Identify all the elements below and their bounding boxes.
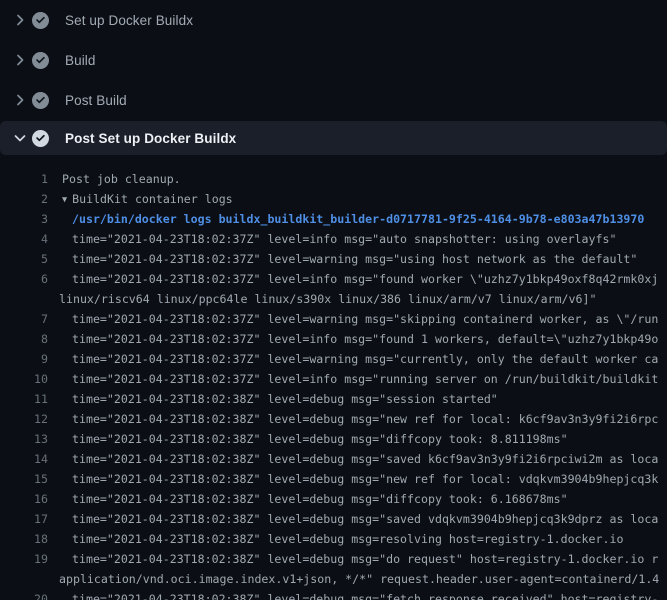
log-line-text: time="2021-04-23T18:02:38Z" level=debug … [72,449,658,469]
log-line-number[interactable]: 6 [0,269,48,289]
log-line-number[interactable]: 3 [0,209,48,229]
log-line: 18 time="2021-04-23T18:02:38Z" level=debu… [0,529,667,549]
log-line-number[interactable]: 9 [0,349,48,369]
log-line-text: linux/riscv64 linux/ppc64le linux/s390x … [59,289,596,309]
step-label: Set up Docker Buildx [65,13,193,28]
log-line: 2 ▼ BuildKit container logs [0,189,667,209]
log-line: 1 Post job cleanup. [0,169,667,189]
log-line: 6 time="2021-04-23T18:02:37Z" level=info … [0,269,667,289]
log-line-text: time="2021-04-23T18:02:38Z" level=debug … [72,509,658,529]
log-line-number [0,289,48,309]
log-area[interactable]: 1 Post job cleanup. 2 ▼ BuildKit container l… [0,155,667,600]
log-line: application/vnd.oci.image.index.v1+json,… [0,569,667,589]
log-line: 15 time="2021-04-23T18:02:38Z" level=debu… [0,469,667,489]
log-line-number[interactable]: 2 [0,189,48,209]
log-line-number[interactable]: 19 [0,549,48,569]
log-line: 10 time="2021-04-23T18:02:37Z" level=info… [0,369,667,389]
log-line-number[interactable]: 15 [0,469,48,489]
step-row-post-set-up-docker-buildx[interactable]: Post Set up Docker Buildx [0,121,667,155]
log-line-text: Post job cleanup. [62,169,181,189]
log-line: 4 time="2021-04-23T18:02:37Z" level=info … [0,229,667,249]
log-line: 5 time="2021-04-23T18:02:37Z" level=warni… [0,249,667,269]
group-toggle-icon[interactable]: ▼ [62,190,67,209]
log-line-number[interactable]: 8 [0,329,48,349]
log-line-text: time="2021-04-23T18:02:37Z" level=warnin… [72,309,658,329]
step-row-set-up-docker-buildx[interactable]: Set up Docker Buildx [0,0,667,40]
log-line: 12 time="2021-04-23T18:02:38Z" level=debu… [0,409,667,429]
log-line-number[interactable]: 1 [0,169,48,189]
log-line: 16 time="2021-04-23T18:02:38Z" level=debu… [0,489,667,509]
chevron-down-icon [12,130,28,146]
step-label: Post Build [65,93,127,108]
log-line-number [0,569,48,589]
log-line-text: application/vnd.oci.image.index.v1+json,… [59,569,659,589]
log-line-number[interactable]: 11 [0,389,48,409]
log-line-number[interactable]: 16 [0,489,48,509]
log-line-text: time="2021-04-23T18:02:37Z" level=warnin… [72,249,637,269]
log-line-text: time="2021-04-23T18:02:37Z" level=info m… [72,369,658,389]
log-line-number[interactable]: 14 [0,449,48,469]
check-circle-icon [32,130,49,147]
step-label: Post Set up Docker Buildx [65,131,236,146]
log-line-number[interactable]: 17 [0,509,48,529]
log-line-text: time="2021-04-23T18:02:38Z" level=debug … [72,589,658,600]
log-line: 8 time="2021-04-23T18:02:37Z" level=info … [0,329,667,349]
log-line-number[interactable]: 20 [0,589,48,600]
chevron-right-icon [12,52,28,68]
log-line-text: time="2021-04-23T18:02:38Z" level=debug … [72,489,568,509]
log-line-text: time="2021-04-23T18:02:38Z" level=debug … [72,529,623,549]
step-row-post-build[interactable]: Post Build [0,80,667,120]
log-line-number[interactable]: 10 [0,369,48,389]
log-line: 3/usr/bin/docker logs buildx_buildkit_bu… [0,209,667,229]
log-line-text: time="2021-04-23T18:02:38Z" level=debug … [72,409,658,429]
log-line-text: time="2021-04-23T18:02:38Z" level=debug … [72,389,498,409]
log-line: 19 time="2021-04-23T18:02:38Z" level=debu… [0,549,667,569]
log-line: 20 time="2021-04-23T18:02:38Z" level=debu… [0,589,667,600]
log-line: 7 time="2021-04-23T18:02:37Z" level=warni… [0,309,667,329]
log-line: linux/riscv64 linux/ppc64le linux/s390x … [0,289,667,309]
check-circle-icon [32,12,49,29]
step-list: Set up Docker Buildx Build Post Build Post … [0,0,667,155]
log-command-text: /usr/bin/docker logs buildx_buildkit_bui… [72,209,644,229]
step-label: Build [65,53,96,68]
log-line-text: time="2021-04-23T18:02:37Z" level=info m… [72,269,658,289]
log-group-line: ▼ BuildKit container logs [62,189,233,209]
log-line-number[interactable]: 7 [0,309,48,329]
log-line: 9 time="2021-04-23T18:02:37Z" level=warni… [0,349,667,369]
check-circle-icon [32,52,49,69]
chevron-right-icon [12,92,28,108]
log-line-number[interactable]: 13 [0,429,48,449]
log-line: 17 time="2021-04-23T18:02:38Z" level=debu… [0,509,667,529]
chevron-right-icon [12,12,28,28]
log-line-text: time="2021-04-23T18:02:37Z" level=warnin… [72,349,658,369]
actions-log-panel: Set up Docker Buildx Build Post Build Post … [0,0,667,600]
log-line-number[interactable]: 5 [0,249,48,269]
log-line-number[interactable]: 12 [0,409,48,429]
log-line: 11 time="2021-04-23T18:02:38Z" level=debu… [0,389,667,409]
log-line-text: time="2021-04-23T18:02:37Z" level=info m… [72,329,658,349]
log-line: 14 time="2021-04-23T18:02:38Z" level=debu… [0,449,667,469]
log-line-text: time="2021-04-23T18:02:37Z" level=info m… [72,229,616,249]
log-line-text: time="2021-04-23T18:02:38Z" level=debug … [72,429,568,449]
log-line: 13 time="2021-04-23T18:02:38Z" level=debu… [0,429,667,449]
log-line-text: time="2021-04-23T18:02:38Z" level=debug … [72,469,658,489]
log-line-number[interactable]: 18 [0,529,48,549]
log-group-label: BuildKit container logs [72,192,233,206]
log-line-text: time="2021-04-23T18:02:38Z" level=debug … [72,549,658,569]
step-row-build[interactable]: Build [0,40,667,80]
log-line-number[interactable]: 4 [0,229,48,249]
check-circle-icon [32,92,49,109]
